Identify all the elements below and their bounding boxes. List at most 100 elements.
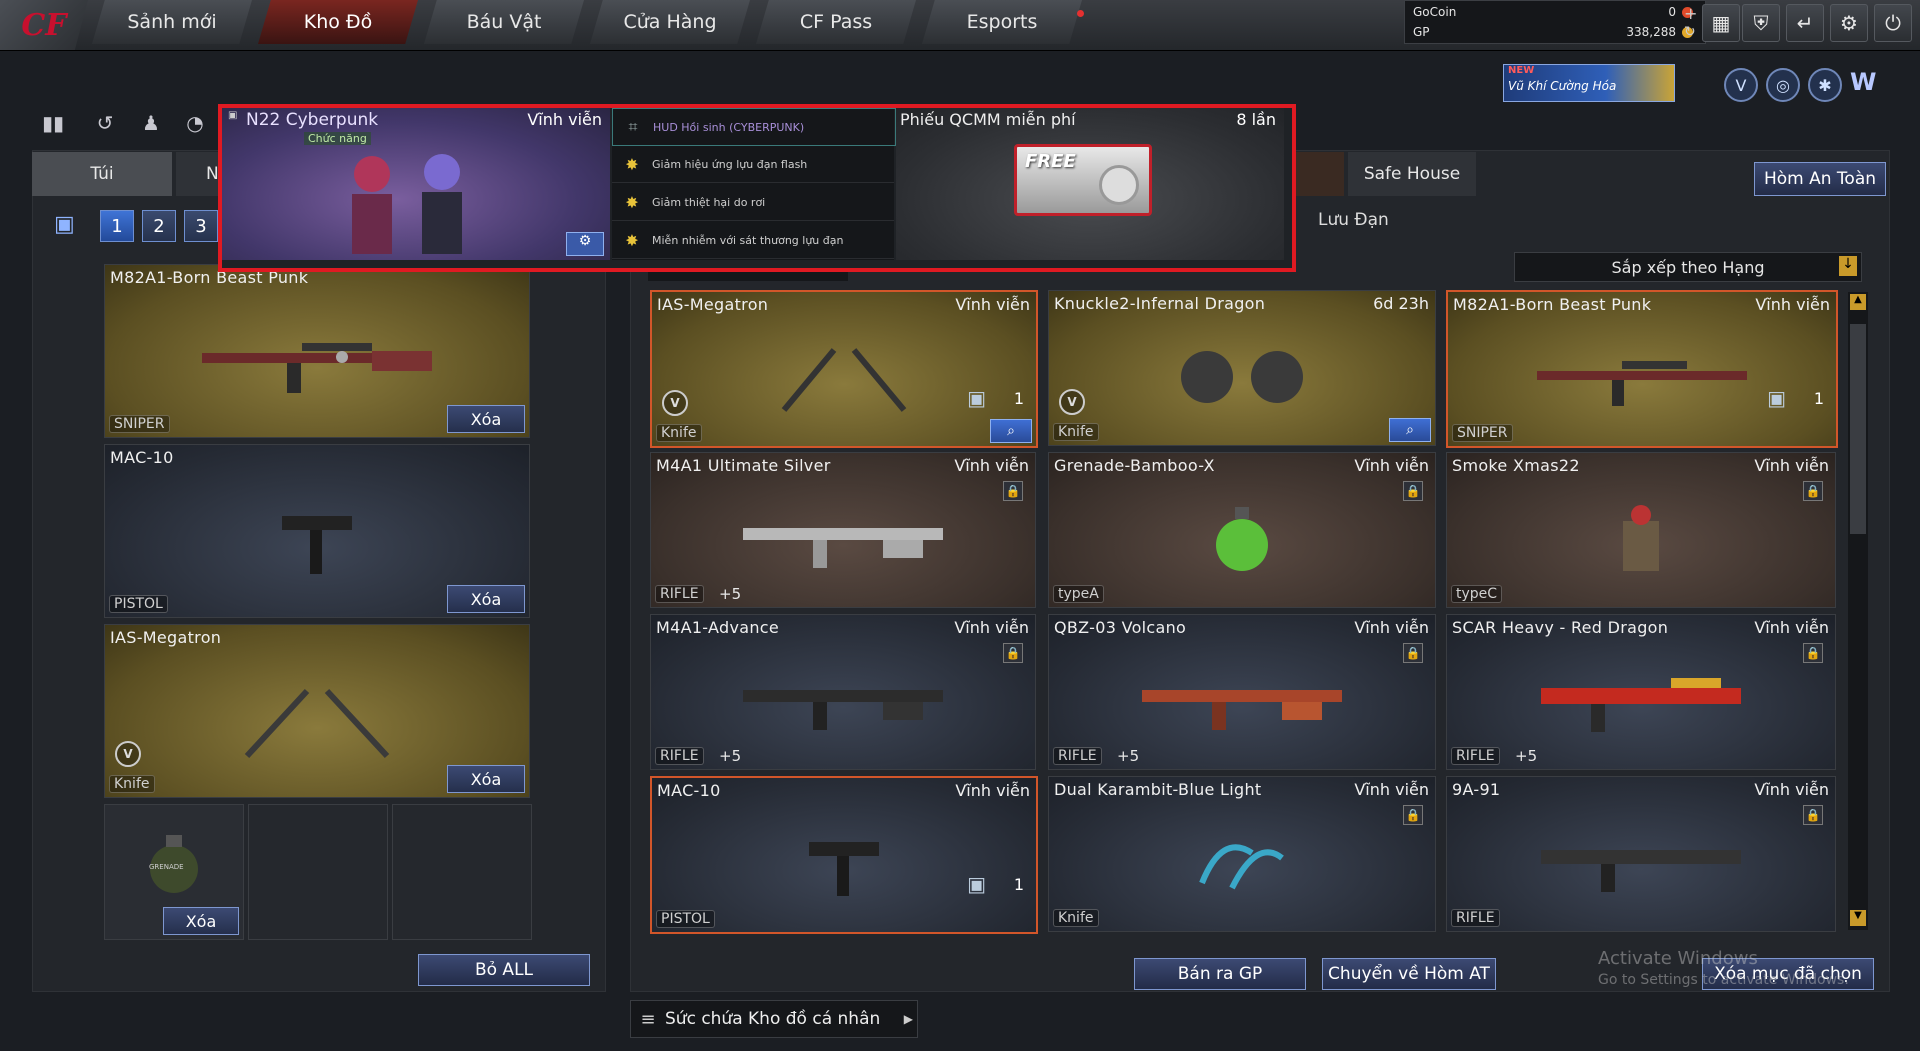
power-icon[interactable]: ⏻ [1874, 4, 1912, 42]
item-type: Knife [1053, 423, 1099, 441]
notification-dot [1077, 10, 1084, 17]
chevron-down-icon: ↓ [1839, 256, 1857, 276]
bag-icon: ▣ [54, 212, 75, 237]
slot-type: PISTOL [109, 595, 168, 613]
inventory-item[interactable]: Smoke Xmas22 Vĩnh viễn 🔒 typeC [1446, 452, 1836, 608]
tab-inventory[interactable]: Kho Đồ [258, 0, 418, 44]
delete-button[interactable]: Xóa [447, 585, 525, 613]
tab-bag[interactable]: Túi [32, 152, 172, 196]
lock-icon[interactable]: 🔒 [1403, 481, 1423, 501]
w-logo-icon[interactable]: W [1850, 68, 1880, 98]
search-icon[interactable]: ⌕ [990, 419, 1032, 443]
tab-cf-pass[interactable]: CF Pass [756, 0, 916, 44]
slot-type: Knife [109, 775, 155, 793]
inventory-item[interactable]: Grenade-Bamboo-X Vĩnh viễn 🔒 typeA [1048, 452, 1436, 608]
loadout-slot-grenade[interactable]: GRENADE Xóa [104, 804, 244, 940]
loadout-slot-melee[interactable]: IAS-Megatron V Knife Xóa [104, 624, 530, 798]
watermark-title: Activate Windows [1598, 948, 1758, 969]
vip-icon[interactable]: V [1724, 68, 1758, 102]
lock-icon[interactable]: 🔒 [1403, 643, 1423, 663]
item-duration: Vĩnh viễn [1755, 295, 1830, 314]
rifle-image [1541, 678, 1741, 733]
inventory-item[interactable]: MAC-10 Vĩnh viễn ▣ 1 PISTOL [650, 776, 1038, 934]
scroll-up-icon[interactable]: ▲ [1850, 294, 1866, 310]
return-icon[interactable]: ↵ [1786, 4, 1824, 42]
history-icon[interactable]: ↺ [90, 108, 120, 138]
item-type: Knife [1053, 909, 1099, 927]
feature-item: ✸ Giảm hiệu ứng lựu đạn flash [612, 146, 894, 183]
lock-icon[interactable]: 🔒 [1003, 481, 1023, 501]
lock-icon[interactable]: 🔒 [1803, 643, 1823, 663]
inventory-item[interactable]: M82A1-Born Beast Punk Vĩnh viễn ▣ 1 SNIPE… [1446, 290, 1838, 448]
inventory-item[interactable]: QBZ-03 Volcano Vĩnh viễn 🔒 RIFLE +5 [1048, 614, 1436, 770]
settings-badge-icon[interactable]: ✱ [1808, 68, 1842, 102]
item-duration: Vĩnh viễn [1754, 780, 1829, 799]
clan-icon[interactable]: ⛨ [1742, 4, 1780, 42]
add-coin-icon[interactable]: + [1684, 4, 1697, 23]
transfer-to-safe-button[interactable]: Chuyển về Hòm AT [1322, 958, 1496, 990]
mouse-icon[interactable]: ◔ [180, 108, 210, 138]
scroll-down-icon[interactable]: ▼ [1850, 910, 1866, 926]
smg-image [809, 842, 879, 897]
grid-icon[interactable]: ▦ [1702, 4, 1740, 42]
lock-icon[interactable]: 🔒 [1403, 805, 1423, 825]
delete-button[interactable]: Xóa [163, 907, 239, 935]
tab-esports[interactable]: Esports [922, 0, 1082, 44]
lock-icon[interactable]: 🔒 [1803, 481, 1823, 501]
function-settings-icon[interactable]: ⚙ [566, 232, 604, 256]
inventory-item[interactable]: Knuckle2-Infernal Dragon 6d 23h V Knife … [1048, 290, 1436, 446]
tab-safe-house[interactable]: Safe House [1348, 152, 1476, 196]
delete-button[interactable]: Xóa [447, 765, 525, 793]
gear-icon[interactable]: ⚙ [1830, 4, 1868, 42]
lock-icon[interactable]: 🔒 [1003, 643, 1023, 663]
loadout-slot-empty[interactable] [392, 804, 532, 940]
item-name: Dual Karambit-Blue Light [1054, 780, 1262, 799]
inventory-item[interactable]: M4A1 Ultimate Silver Vĩnh viễn 🔒 RIFLE +… [650, 452, 1036, 608]
safe-box-button[interactable]: Hòm An Toàn [1754, 162, 1886, 196]
weapon-enhance-banner[interactable]: NEW Vũ Khí Cường Hóa [1503, 64, 1675, 102]
item-type: typeA [1053, 585, 1104, 603]
item-type: RIFLE [1451, 747, 1500, 765]
loadout-slot-secondary[interactable]: MAC-10 PISTOL Xóa [104, 444, 530, 618]
page-3[interactable]: 3 [184, 210, 218, 242]
delete-all-button[interactable]: Bỏ ALL [418, 954, 590, 986]
inventory-item[interactable]: Dual Karambit-Blue Light Vĩnh viễn 🔒 Kni… [1048, 776, 1436, 932]
refresh-icon[interactable]: ↻ [1684, 24, 1696, 40]
slot-name: IAS-Megatron [110, 628, 222, 647]
ranking-icon[interactable]: ▮▮ [38, 108, 68, 138]
lock-icon[interactable]: 🔒 [1803, 805, 1823, 825]
search-icon[interactable]: ⌕ [1389, 418, 1431, 442]
page-2[interactable]: 2 [142, 210, 176, 242]
v-badge-icon: V [662, 390, 688, 416]
item-duration: Vĩnh viễn [1354, 456, 1429, 475]
tab-partial[interactable] [1292, 152, 1344, 196]
tab-treasure[interactable]: Báu Vật [424, 0, 584, 44]
subtab-ammo[interactable]: Lưu Đạn [1318, 210, 1389, 230]
character-icon[interactable]: ♟ [136, 108, 166, 138]
tab-lobby[interactable]: Sảnh mới [92, 0, 252, 44]
inventory-item[interactable]: SCAR Heavy - Red Dragon Vĩnh viễn 🔒 RIFL… [1446, 614, 1836, 770]
free-ticket-image: FREE [1014, 144, 1152, 216]
globe-icon[interactable]: ◎ [1766, 68, 1800, 102]
loadout-slot-primary[interactable]: M82A1-Born Beast Punk SNIPER Xóa [104, 264, 530, 438]
page-1[interactable]: 1 [100, 210, 134, 242]
rifle-image [1142, 690, 1342, 731]
inventory-item[interactable]: M4A1-Advance Vĩnh viễn 🔒 RIFLE +5 [650, 614, 1036, 770]
loadout-slot-empty[interactable] [248, 804, 388, 940]
inventory-item[interactable]: IAS-Megatron Vĩnh viễn V ▣ 1 Knife ⌕ [650, 290, 1038, 448]
tooltip-ticket-card: Phiếu QCMM miễn phí 8 lần FREE [896, 108, 1284, 260]
sell-gp-button[interactable]: Bán ra GP [1134, 958, 1306, 990]
item-duration: 6d 23h [1373, 294, 1429, 313]
inventory-item[interactable]: 9A-91 Vĩnh viễn 🔒 RIFLE [1446, 776, 1836, 932]
storage-capacity-bar[interactable]: ≡ Sức chứa Kho đồ cá nhân ▶ [630, 1000, 918, 1038]
item-type: typeC [1451, 585, 1503, 603]
sort-dropdown[interactable]: Sắp xếp theo Hạng ↓ [1514, 252, 1862, 282]
game-logo[interactable]: CF [0, 0, 88, 50]
gocoin-value: 0 [1668, 5, 1676, 19]
scroll-thumb[interactable] [1850, 324, 1866, 534]
item-duration: Vĩnh viễn [955, 781, 1030, 800]
smoke-grenade-image [1623, 505, 1659, 572]
bag-icon: ▣ [967, 386, 986, 410]
delete-button[interactable]: Xóa [447, 405, 525, 433]
tab-shop[interactable]: Cửa Hàng [590, 0, 750, 44]
